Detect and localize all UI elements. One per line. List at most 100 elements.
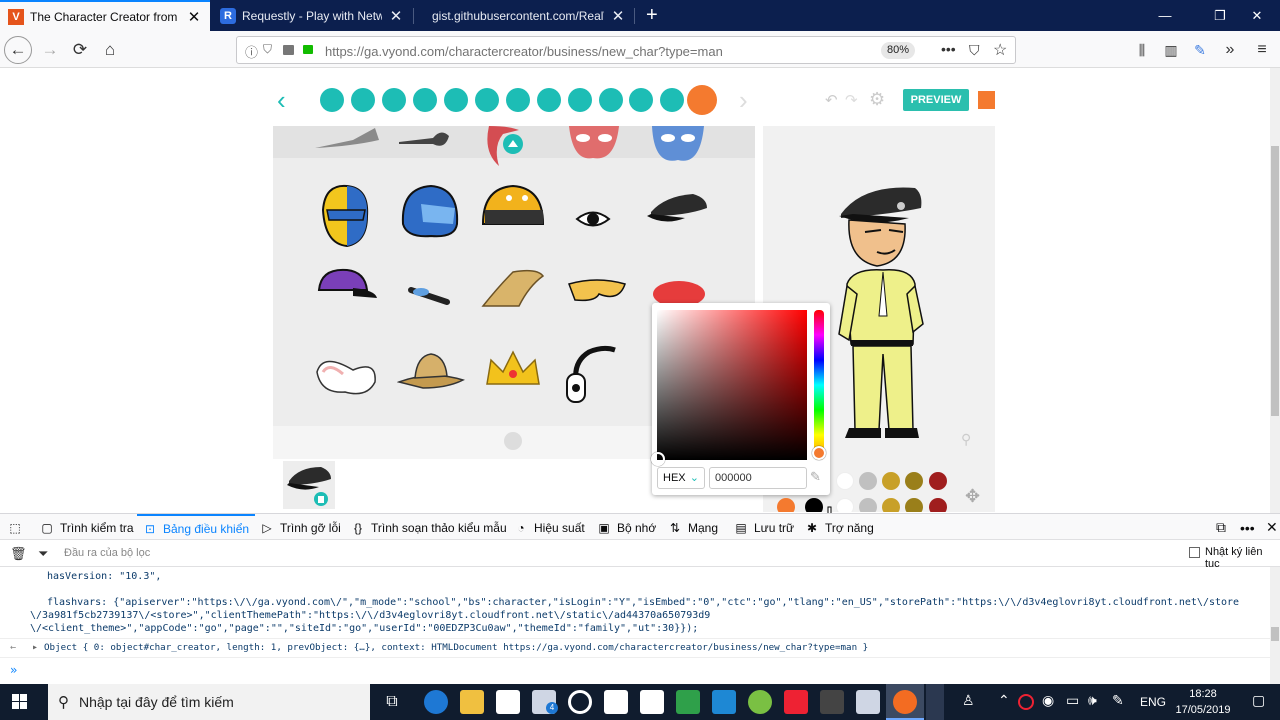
red-hood-item[interactable]	[479, 126, 539, 168]
page-scrollbar[interactable]	[1270, 68, 1280, 513]
skin-category-icon[interactable]	[537, 88, 561, 112]
library-icon[interactable]: ⫼	[1128, 36, 1156, 64]
language-indicator[interactable]: ENG	[1140, 695, 1166, 709]
notifications-icon[interactable]: ▢	[1252, 692, 1265, 709]
back-button[interactable]: ←	[4, 36, 32, 64]
tab-style-editor[interactable]: {} Trình soạn thảo kiểu mẫu	[351, 514, 507, 541]
glasses-category-icon[interactable]	[660, 88, 684, 112]
sidebar-icon[interactable]: ▥	[1157, 36, 1185, 64]
hue-slider[interactable]	[814, 310, 824, 460]
store-icon[interactable]	[978, 91, 995, 109]
hair-category-icon[interactable]	[413, 88, 437, 112]
volume-icon[interactable]: 🕪	[1088, 692, 1097, 709]
tab-accessibility[interactable]: ✱ Trợ năng	[805, 514, 874, 541]
beard-category-icon[interactable]	[444, 88, 468, 112]
redo-icon[interactable]: ↷	[845, 91, 858, 109]
edge-icon[interactable]	[424, 690, 448, 714]
app-button[interactable]	[926, 684, 944, 720]
people-icon[interactable]: ♙	[962, 692, 975, 709]
tab-network[interactable]: ⇅ Mạng	[668, 514, 718, 541]
tab-memory[interactable]: ▣ Bộ nhớ	[597, 514, 656, 541]
close-devtools-icon[interactable]: ✕	[1266, 514, 1278, 541]
app-icon[interactable]	[820, 690, 844, 714]
blue-mask-item[interactable]	[648, 126, 708, 166]
next-category-button[interactable]: ›	[739, 87, 748, 113]
file-explorer-icon[interactable]	[460, 690, 484, 714]
permissions-icon[interactable]	[283, 45, 294, 55]
tab-inspector[interactable]: ▢ Trình kiểm tra	[40, 514, 133, 541]
tab-storage[interactable]: ▤ Lưu trữ	[734, 514, 794, 541]
eyebrow-category-icon[interactable]	[599, 88, 623, 112]
app-icon[interactable]	[784, 690, 808, 714]
persist-logs-checkbox[interactable]	[1189, 547, 1200, 558]
preview-button[interactable]: PREVIEW	[903, 89, 969, 111]
blue-helmet-item[interactable]	[399, 184, 461, 244]
filter-icon[interactable]: ⏷	[38, 546, 48, 562]
network-icon[interactable]: ▭	[1066, 692, 1079, 709]
extension-icon[interactable]: ✎	[1186, 36, 1214, 64]
tab-console[interactable]: ⊡ Bảng điều khiển	[137, 514, 256, 541]
swatch-olive[interactable]	[905, 498, 923, 512]
shirt-category-icon[interactable]	[320, 88, 344, 112]
windows-start-icon[interactable]	[12, 694, 28, 710]
swatch-silver[interactable]	[859, 498, 877, 512]
task-view-icon[interactable]: ⧉	[380, 690, 404, 714]
saturation-panel[interactable]	[657, 310, 807, 460]
store-icon[interactable]	[496, 690, 520, 714]
prev-category-button[interactable]: ‹	[277, 87, 286, 113]
chevron-up-icon[interactable]: ⌃	[998, 692, 1010, 709]
bookmark-star-icon[interactable]: ☆	[993, 40, 1007, 60]
swatch-gold[interactable]	[882, 472, 900, 490]
swatch-orange[interactable]	[777, 498, 795, 512]
tab-debugger[interactable]: ▷ Trình gỡ lỗi	[260, 514, 340, 541]
move-icon[interactable]: ✥	[965, 486, 980, 507]
bunny-ears-item[interactable]	[313, 354, 379, 400]
goggles-item[interactable]	[565, 276, 629, 306]
hue-handle[interactable]	[812, 446, 826, 460]
info-icon[interactable]: ⓘ	[245, 42, 258, 61]
console-result[interactable]: Object { 0: object#char_creator, length:…	[44, 642, 868, 654]
tab-character-creator[interactable]: V The Character Creator from Vy ✕	[0, 0, 210, 31]
app-tray-icon[interactable]: ◉	[1042, 692, 1054, 709]
movies-icon[interactable]	[604, 690, 628, 714]
tab-performance[interactable]: ◔ Hiệu suất	[514, 514, 584, 541]
crown-item[interactable]	[483, 346, 543, 388]
face-category-icon[interactable]	[382, 88, 406, 112]
color-mode-select[interactable]: HEX ⌄	[657, 467, 705, 489]
tab-gist[interactable]: gist.githubusercontent.com/RealW ✕	[424, 0, 634, 31]
zoom-icon[interactable]: ⚲	[961, 431, 971, 448]
accessory-category-icon[interactable]	[687, 85, 717, 115]
overflow-icon[interactable]: »	[1216, 36, 1244, 64]
swatch-dark-red[interactable]	[929, 498, 947, 512]
photos-icon[interactable]	[640, 690, 664, 714]
selected-item-thumb[interactable]	[283, 461, 335, 509]
swatch-gold[interactable]	[882, 498, 900, 512]
tab-requestly[interactable]: R Requestly - Play with Network ✕	[212, 0, 412, 31]
settings-gear-icon[interactable]: ⚙	[869, 89, 885, 110]
hex-input[interactable]: 000000	[709, 467, 807, 489]
app-icon[interactable]	[748, 690, 772, 714]
pen-icon[interactable]: ✎	[1112, 692, 1124, 709]
pocket-icon[interactable]: ⛉	[969, 42, 980, 59]
mouth-category-icon[interactable]	[475, 88, 499, 112]
home-button[interactable]: ⌂	[96, 36, 124, 64]
cowboy-hat-item[interactable]	[397, 350, 465, 390]
eyes-category-icon[interactable]	[568, 88, 592, 112]
swatch-white[interactable]	[836, 472, 854, 490]
eyepatch-item[interactable]	[393, 126, 463, 156]
pick-element-button[interactable]: ⬚	[8, 514, 28, 541]
close-tab-icon[interactable]: ✕	[388, 7, 404, 25]
police-cap-item[interactable]	[645, 192, 711, 228]
straw-hat-item[interactable]	[479, 266, 547, 312]
yellow-blue-helmet-item[interactable]	[317, 184, 373, 250]
app-icon[interactable]	[856, 690, 880, 714]
trash-icon[interactable]: 🗑	[10, 546, 27, 562]
hat-gray-item[interactable]	[313, 126, 383, 156]
close-window-button[interactable]: ✕	[1234, 0, 1280, 31]
football-helmet-item[interactable]	[479, 184, 547, 240]
swatch-olive[interactable]	[905, 472, 923, 490]
headphones-item[interactable]	[563, 344, 617, 406]
saturation-handle[interactable]	[651, 452, 665, 466]
firefox-taskbar-button[interactable]	[886, 684, 924, 720]
swatch-dark-red[interactable]	[929, 472, 947, 490]
